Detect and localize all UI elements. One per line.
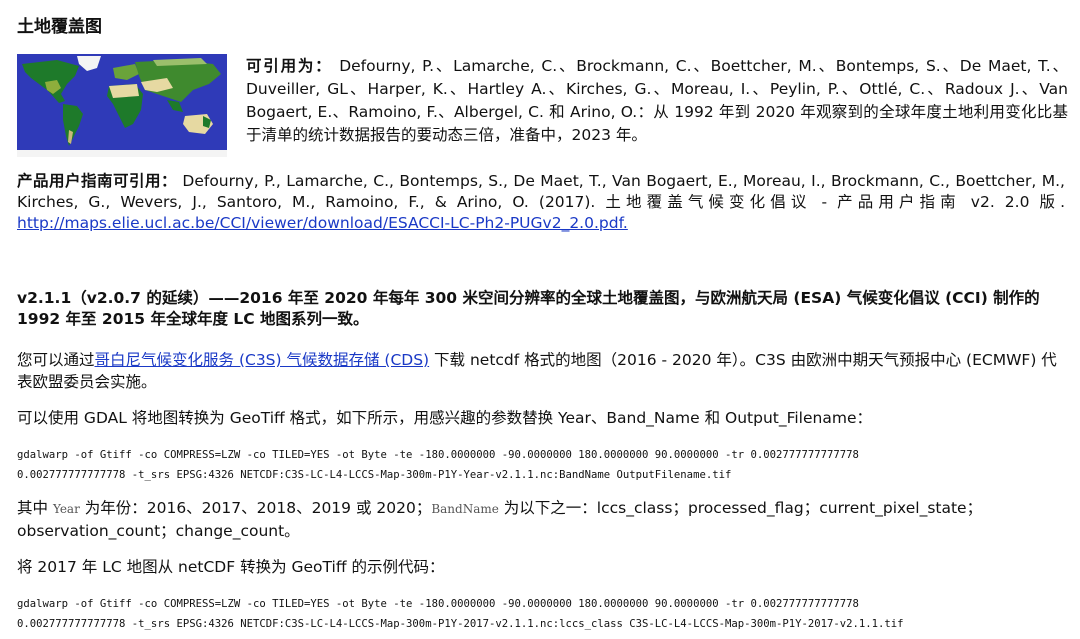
download-paragraph: 您可以通过哥白尼气候变化服务 (C3S) 气候数据存储 (CDS) 下载 net… bbox=[17, 349, 1065, 393]
page: 土地覆盖图 可引用为： Defourny, P.、Lamarche, C.、Br… bbox=[0, 0, 1080, 639]
gdal-code-block: gdalwarp -of Gtiff -co COMPRESS=LZW -co … bbox=[17, 445, 1067, 485]
gdal-intro: 可以使用 GDAL 将地图转换为 GeoTiff 格式，如下所示，用感兴趣的参数… bbox=[17, 409, 872, 427]
page-title: 土地覆盖图 bbox=[17, 17, 102, 37]
user-guide-pdf-link[interactable]: http://maps.elie.ucl.ac.be/CCI/viewer/do… bbox=[17, 214, 628, 232]
code-line: 0.002777777777778 -t_srs EPSG:4326 NETCD… bbox=[17, 469, 732, 481]
download-prefix: 您可以通过 bbox=[17, 351, 95, 369]
code-line: gdalwarp -of Gtiff -co COMPRESS=LZW -co … bbox=[17, 449, 859, 461]
world-land-cover-map-image bbox=[17, 54, 227, 157]
params-paragraph: 其中 Year 为年份：2016、2017、2018、2019 或 2020；B… bbox=[17, 497, 1065, 542]
cds-link[interactable]: 哥白尼气候变化服务 (C3S) 气候数据存储 (CDS) bbox=[95, 351, 430, 369]
params-text: 为年份：2016、2017、2018、2019 或 2020； bbox=[79, 499, 432, 517]
citation-label: 可引用为： bbox=[246, 57, 333, 75]
user-guide-citation: 产品用户指南可引用： Defourny, P., Lamarche, C., B… bbox=[17, 171, 1065, 234]
code-line: gdalwarp -of Gtiff -co COMPRESS=LZW -co … bbox=[17, 598, 859, 610]
example-intro: 将 2017 年 LC 地图从 netCDF 转换为 GeoTiff 的示例代码… bbox=[17, 558, 445, 576]
guide-citation-label: 产品用户指南可引用： bbox=[17, 172, 177, 190]
bandname-variable: BandName bbox=[431, 502, 499, 516]
year-variable: Year bbox=[52, 502, 80, 516]
version-heading: v2.1.1（v2.0.7 的延续）——2016 年至 2020 年每年 300… bbox=[17, 289, 1040, 328]
example-code-block: gdalwarp -of Gtiff -co COMPRESS=LZW -co … bbox=[17, 594, 1067, 634]
code-line: 0.002777777777778 -t_srs EPSG:4326 NETCD… bbox=[17, 618, 904, 630]
map-citation: 可引用为： Defourny, P.、Lamarche, C.、Brockman… bbox=[246, 55, 1068, 147]
params-text: 其中 bbox=[17, 499, 53, 517]
citation-text: Defourny, P.、Lamarche, C.、Brockmann, C.、… bbox=[246, 57, 1068, 144]
